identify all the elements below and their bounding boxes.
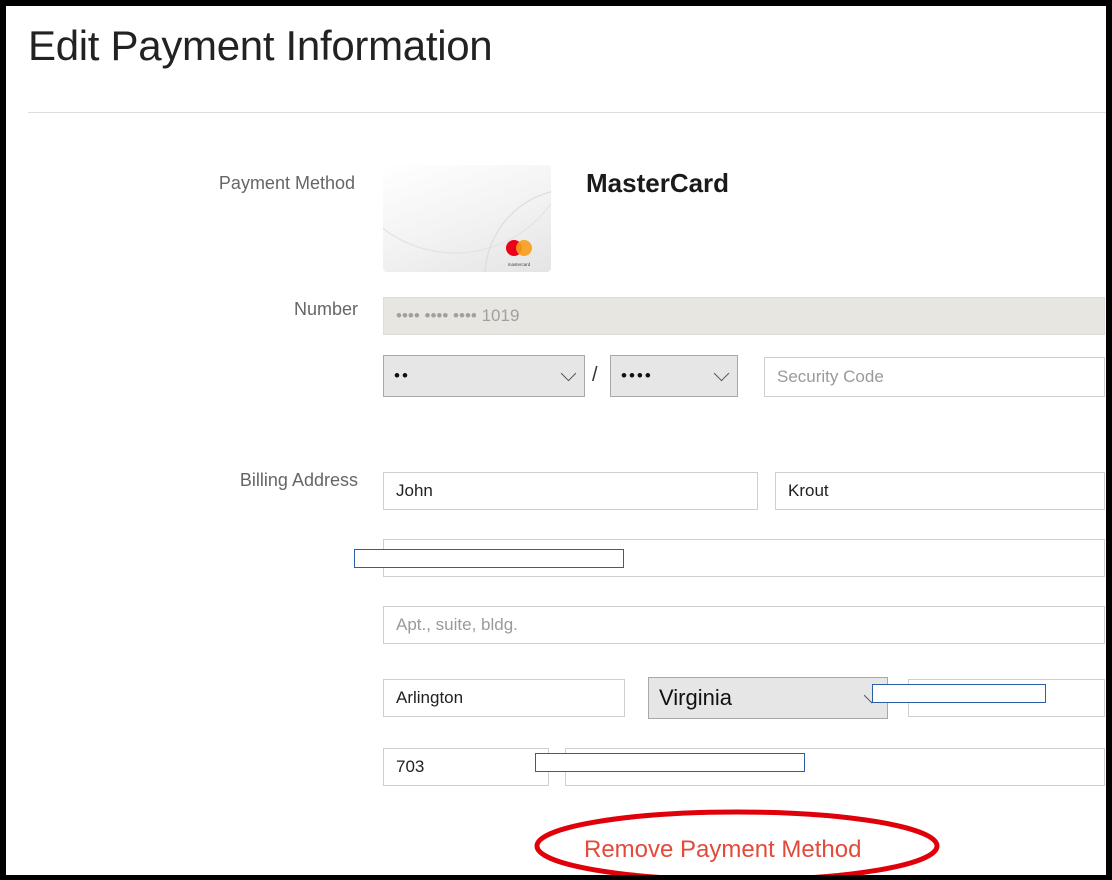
card-brand-name: MasterCard [586,168,730,198]
last-name-input[interactable] [775,472,1105,510]
number-label: Number [293,299,358,319]
city-input[interactable] [383,679,625,717]
expiry-separator: / [592,364,598,386]
mastercard-wordmark: mastercard [508,262,531,267]
billing-address-label: Billing Address [239,470,358,490]
card-art: mastercard [383,191,551,272]
chevron-down-icon [713,365,730,381]
card-number-field [383,297,1105,335]
first-name-input[interactable] [383,472,758,510]
page-title: Edit Payment Information [28,22,493,69]
card-image: mastercard [383,165,551,272]
expiry-year-select[interactable]: •••• [610,355,738,397]
chevron-down-icon [560,365,577,381]
redaction-box [872,684,1046,703]
mastercard-logo-icon [506,240,532,256]
redaction-box [535,753,805,772]
header-divider [28,112,1108,113]
expiry-year-value: •••• [621,366,653,385]
state-value: Virginia [659,685,732,710]
remove-payment-method-link[interactable]: Remove Payment Method [584,836,861,864]
payment-method-label: Payment Method [218,173,355,193]
security-code-input[interactable] [764,357,1105,397]
state-select[interactable]: Virginia [648,677,888,719]
expiry-month-value: •• [394,366,410,385]
phone-area-code-input[interactable] [383,748,549,786]
expiry-month-select[interactable]: •• [383,355,585,397]
redaction-box [354,549,624,568]
apt-suite-input[interactable] [383,606,1105,644]
